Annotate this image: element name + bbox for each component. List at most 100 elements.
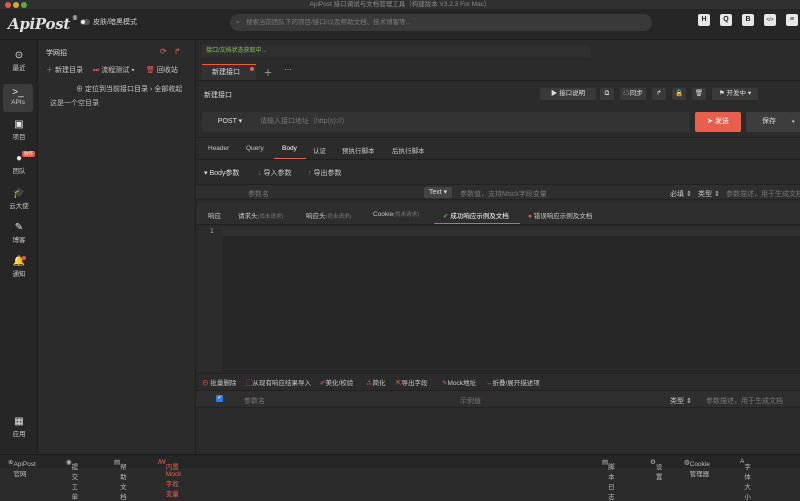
sidebar-item-apis[interactable]: >_ APIs [3, 84, 33, 112]
more-tabs-button[interactable]: ⋯ [280, 66, 296, 79]
status-bar: ⊕ ApiPost官网 ◉ 提交工单 ▤ 帮助文档 ꟿ 内置Mock字段变量 ▤… [0, 454, 800, 501]
export-params-button[interactable]: ↑ 导出参数 [308, 168, 341, 178]
tab-cookie[interactable]: Cookie(尚未请求) [373, 210, 419, 218]
global-search-input[interactable]: ⌕ 搜索当前团队下的项目/接口/以及帮助文档、技术博客等... [230, 14, 652, 31]
code-icon[interactable]: </> [764, 14, 776, 26]
code-editor[interactable]: 1 [196, 226, 800, 372]
send-button[interactable]: ➤ 发送 [695, 112, 741, 132]
share-icon[interactable]: ↱ [174, 47, 181, 56]
footer-link-mock[interactable]: ꟿ 内置Mock字段变量 [158, 458, 181, 498]
minimize-window-button[interactable] [13, 2, 19, 8]
locate-dir-button[interactable]: ⊕ 定位到当前接口目录 [76, 84, 148, 94]
footer-link-ticket[interactable]: ◉ 提交工单 [66, 458, 78, 501]
import-response-button[interactable]: ▢从现有响应结果导入 [246, 377, 311, 387]
param-type-select[interactable]: Text ▾ [424, 187, 452, 198]
sidebar-item-projects[interactable]: ▣ 项目 [0, 119, 38, 141]
b-icon[interactable]: B [742, 14, 754, 26]
graduation-cap-icon: 🎓 [12, 188, 26, 199]
unread-dot [22, 256, 26, 260]
tab-query[interactable]: Query [246, 145, 264, 152]
method-select[interactable]: POST ▾ [208, 112, 252, 132]
menu-icon[interactable]: ≡ [786, 14, 798, 26]
edit-icon: ✎ [14, 222, 24, 233]
required-select[interactable]: 必填 ⇕ [670, 189, 692, 199]
sidebar-item-recent[interactable]: ⊙ 最近 [0, 50, 38, 72]
trash-icon[interactable]: 🗑 [692, 88, 706, 100]
tab-request-headers[interactable]: 请求头(尚未请求) [238, 210, 283, 220]
flow-test-button[interactable]: ⏭ 流程测试 ▾ [93, 65, 135, 75]
select-all-checkbox[interactable]: ✔ [216, 395, 223, 402]
simplify-button[interactable]: ⁂简化 [366, 377, 386, 387]
alert-icon: ● [528, 213, 532, 220]
recycle-bin-button[interactable]: 🗑 回收站 [146, 65, 178, 75]
col-param-name: 参数名 [244, 398, 265, 405]
col-example: 示例值 [460, 398, 481, 405]
footer-settings[interactable]: ⚙ 设置 [650, 458, 662, 481]
bell-icon: 🔔 [12, 256, 26, 267]
sidebar-item-apps[interactable]: ▦ 应用 [0, 416, 38, 438]
collapse-desc-button[interactable]: ↔折叠/展开描述项 [486, 377, 540, 387]
doc-status-bar: 接口/文档状态获取中... [202, 45, 590, 57]
tab-pre-script[interactable]: 预执行脚本 [342, 145, 375, 155]
sync-button[interactable]: ☁同步 [620, 88, 646, 100]
collapse-all-button[interactable]: › 全部收起 [150, 84, 182, 94]
share-arrow-icon[interactable]: ↱ [652, 88, 666, 100]
sidebar-item-blog[interactable]: ✎ 博客 [0, 222, 38, 244]
line-gutter [196, 226, 222, 372]
sidebar-item-team[interactable]: 协作 ● 团队 [0, 151, 38, 175]
h-icon[interactable]: H [698, 14, 710, 26]
param-value-input[interactable]: 参数值，支持Mock字段变量 [460, 189, 547, 199]
tab-auth[interactable]: 认证 [313, 145, 326, 155]
footer-link-site[interactable]: ⊕ ApiPost官网 [8, 458, 36, 478]
add-tab-button[interactable]: ＋ [260, 66, 276, 79]
footer-font-size[interactable]: A 字体大小 [740, 458, 751, 501]
footer-script-log[interactable]: ▤ 脚本日志 [602, 458, 615, 501]
delete-icon: ⊖ [202, 380, 209, 387]
export-fields-button[interactable]: ⇱导出字段 [396, 377, 427, 387]
maximize-window-button[interactable] [21, 2, 27, 8]
batch-delete-button[interactable]: ⊖ 批量删除 [202, 377, 236, 387]
beautify-button[interactable]: ✐美化/校验 [320, 377, 353, 387]
env-select[interactable]: ⚑ 开发中 ▾ [712, 88, 758, 100]
tab-post-script[interactable]: 后执行脚本 [392, 145, 425, 155]
copy-icon[interactable]: ⧉ [600, 88, 614, 100]
close-window-button[interactable] [5, 2, 11, 8]
q-icon[interactable]: Q [720, 14, 732, 26]
footer-link-help[interactable]: ▤ 帮助文档 [114, 458, 127, 501]
tab-header[interactable]: Header [208, 145, 229, 152]
footer-cookie-manager[interactable]: ◍ Cookie管理器 [684, 458, 710, 478]
line-number: 1 [210, 228, 214, 235]
search-icon: ⌕ [236, 19, 240, 26]
save-button[interactable]: 保存 [746, 112, 792, 132]
col-desc: 参数描述，用于生成文档 [706, 398, 783, 405]
mock-url-button[interactable]: ✎Mock地址 [442, 377, 476, 387]
url-input[interactable]: 请输入接口地址（http(s)://） [260, 112, 349, 132]
refresh-icon[interactable]: ⟳ [160, 47, 167, 56]
body-params-toggle[interactable]: ▾ Body参数 [204, 168, 239, 178]
param-desc-input[interactable]: 参数描述，用于生成文档 [726, 189, 800, 199]
app-logo: ApiPost ® [8, 15, 78, 33]
window-title: ApiPost 接口调试与文档管理工具（构建版本 V3.2.3 For Mac） [309, 1, 491, 8]
save-dropdown-icon[interactable]: ▾ [792, 112, 800, 132]
col-type[interactable]: 类型 ⇕ [670, 396, 692, 406]
type-select[interactable]: 类型 ⇕ [698, 189, 720, 199]
tab-body[interactable]: Body [282, 145, 297, 152]
new-dir-button[interactable]: ＋ 新建目录 [46, 65, 83, 75]
lock-icon[interactable]: 🔒 [672, 88, 686, 100]
tab-success-example[interactable]: ✔ 成功响应示例及文档 [443, 210, 509, 220]
skin-toggle[interactable]: 皮肤/暗黑模式 [80, 17, 137, 27]
tab-error-example[interactable]: ● 错误响应示例及文档 [528, 210, 592, 220]
import-params-button[interactable]: ↓ 导入参数 [258, 168, 291, 178]
main-sidebar: ⊙ 最近 >_ APIs ▣ 项目 协作 ● 团队 🎓 云大使 ✎ 博客 🔔 通知 ▦ 应用 [0, 40, 38, 460]
toggle-switch-icon [80, 19, 90, 25]
param-row: 参数名 Text ▾ 参数值，支持Mock字段变量 必填 ⇕ 类型 ⇕ 参数描述… [196, 184, 800, 200]
sidebar-item-notify[interactable]: 🔔 通知 [0, 256, 38, 278]
doc-button[interactable]: ▶ 接口说明 [540, 88, 596, 100]
param-name-input[interactable]: 参数名 [248, 189, 269, 199]
tab-response[interactable]: 响应 [208, 210, 221, 220]
sidebar-item-ambassador[interactable]: 🎓 云大使 [0, 188, 38, 210]
tab-response-headers[interactable]: 响应头(尚未请求) [306, 210, 351, 220]
window-titlebar: ApiPost 接口调试与文档管理工具（构建版本 V3.2.3 For Mac） [0, 0, 800, 9]
url-bar: POST ▾ 请输入接口地址（http(s)://） [202, 112, 690, 132]
tab-new-api[interactable]: 新建接口 [202, 64, 256, 80]
